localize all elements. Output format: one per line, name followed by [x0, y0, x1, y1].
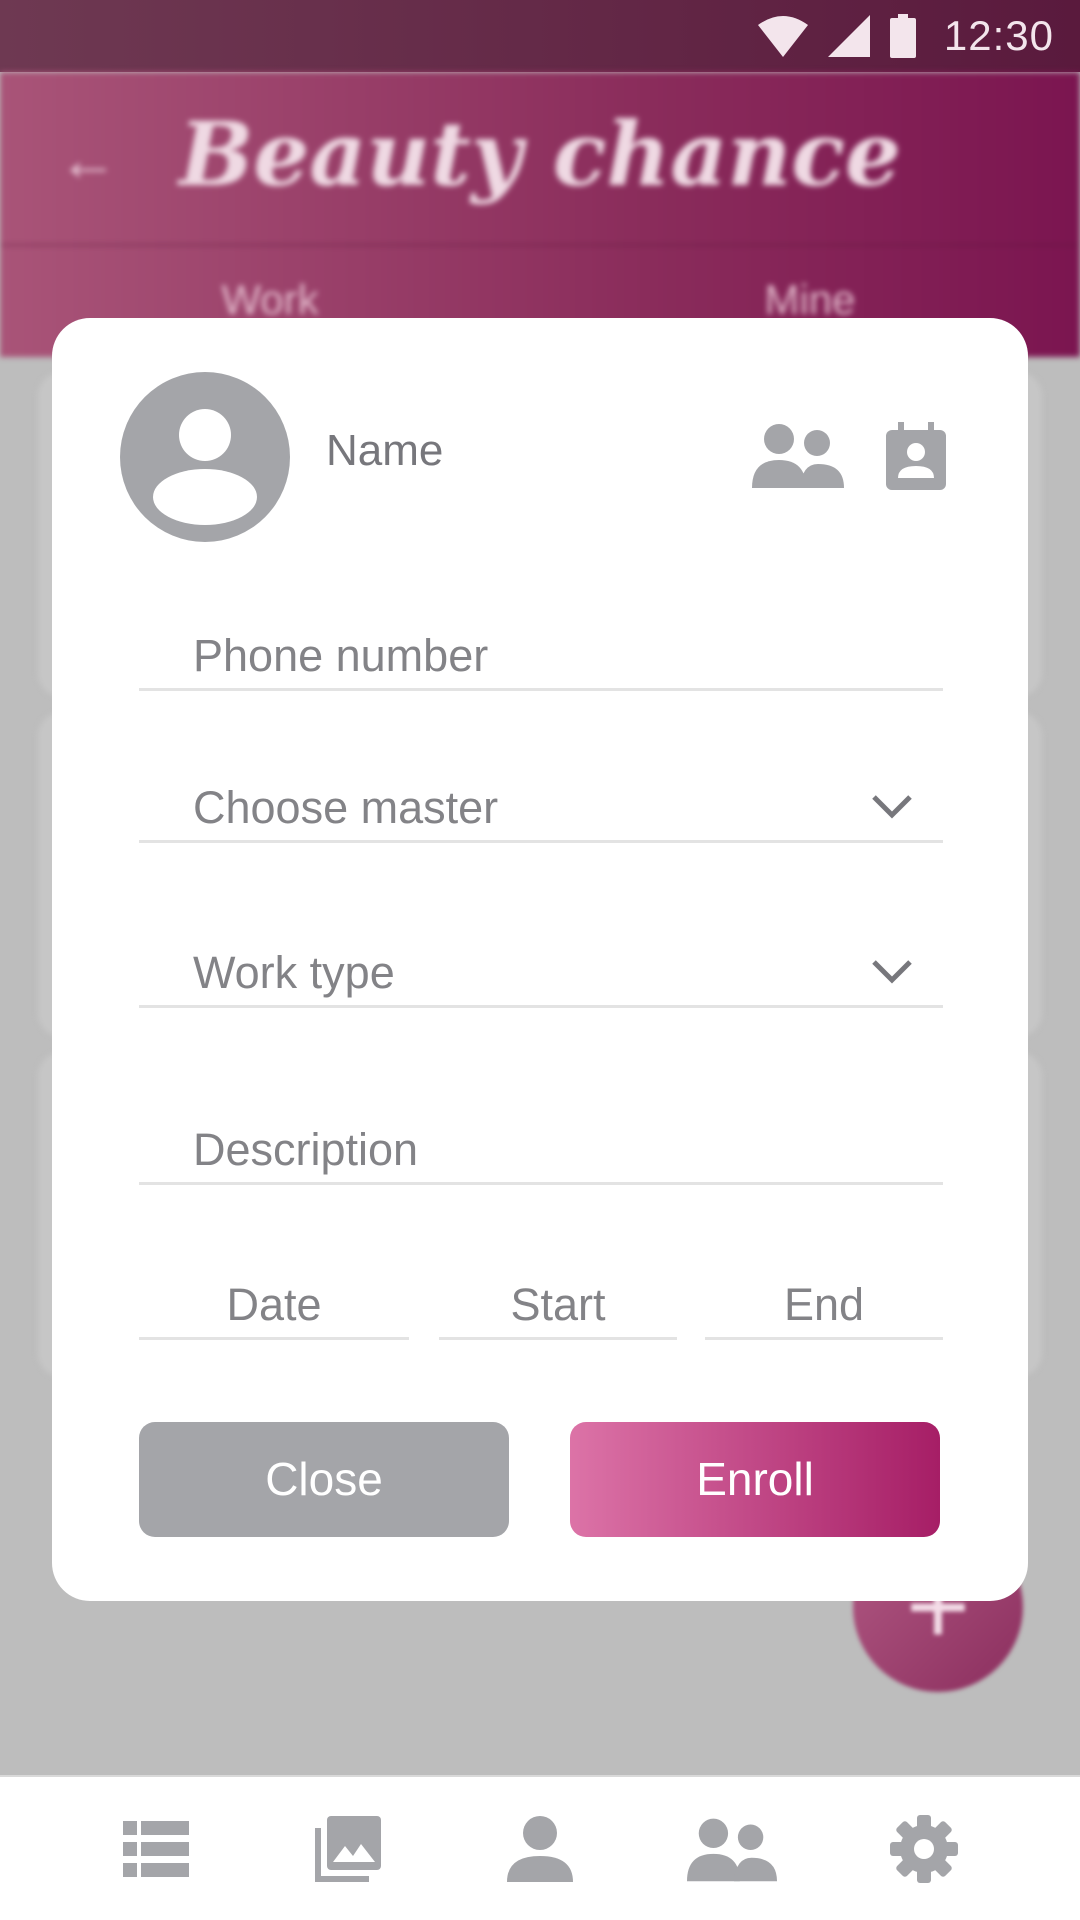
phone-number-field[interactable]: Phone number [139, 611, 943, 691]
contact-calendar-icon[interactable] [886, 422, 946, 490]
enroll-dialog: Name Phone number Choose master Work typ… [52, 318, 1028, 1601]
battery-icon [889, 14, 916, 58]
description-field[interactable]: Description [139, 1105, 943, 1185]
photo-library-icon [315, 1815, 381, 1882]
work-type-select[interactable]: Work type [139, 928, 943, 1008]
enroll-button[interactable]: Enroll [570, 1422, 940, 1537]
choose-master-placeholder: Choose master [193, 782, 499, 833]
date-field[interactable]: Date [139, 1280, 409, 1340]
account-circle-icon[interactable] [120, 372, 290, 542]
settings-icon [890, 1814, 958, 1883]
nav-item-gallery[interactable] [303, 1804, 393, 1894]
app-bar: ← Beauty chance Work Mine [0, 72, 1080, 357]
close-button[interactable]: Close [139, 1422, 509, 1537]
nav-item-profile[interactable] [495, 1804, 585, 1894]
chevron-down-icon [872, 795, 912, 819]
phone-number-placeholder: Phone number [193, 630, 489, 681]
app-title: Beauty chance [179, 102, 901, 206]
status-time: 12:30 [943, 12, 1054, 59]
start-time-field[interactable]: Start [439, 1280, 677, 1340]
nav-item-list[interactable] [111, 1804, 201, 1894]
signal-icon [827, 15, 870, 57]
people-icon[interactable] [752, 422, 844, 488]
end-time-field[interactable]: End [705, 1280, 943, 1340]
name-field[interactable]: Name [326, 426, 443, 476]
description-placeholder: Description [193, 1124, 419, 1175]
nav-item-clients[interactable] [687, 1804, 777, 1894]
chevron-down-icon [872, 960, 912, 984]
list-icon [123, 1820, 189, 1877]
nav-item-settings[interactable] [879, 1804, 969, 1894]
people-icon [687, 1818, 777, 1881]
work-type-placeholder: Work type [193, 947, 395, 998]
choose-master-select[interactable]: Choose master [139, 763, 943, 843]
person-icon [507, 1815, 573, 1882]
wifi-icon [757, 16, 808, 57]
bottom-navigation [0, 1775, 1080, 1920]
status-bar: 12:30 [0, 0, 1080, 72]
